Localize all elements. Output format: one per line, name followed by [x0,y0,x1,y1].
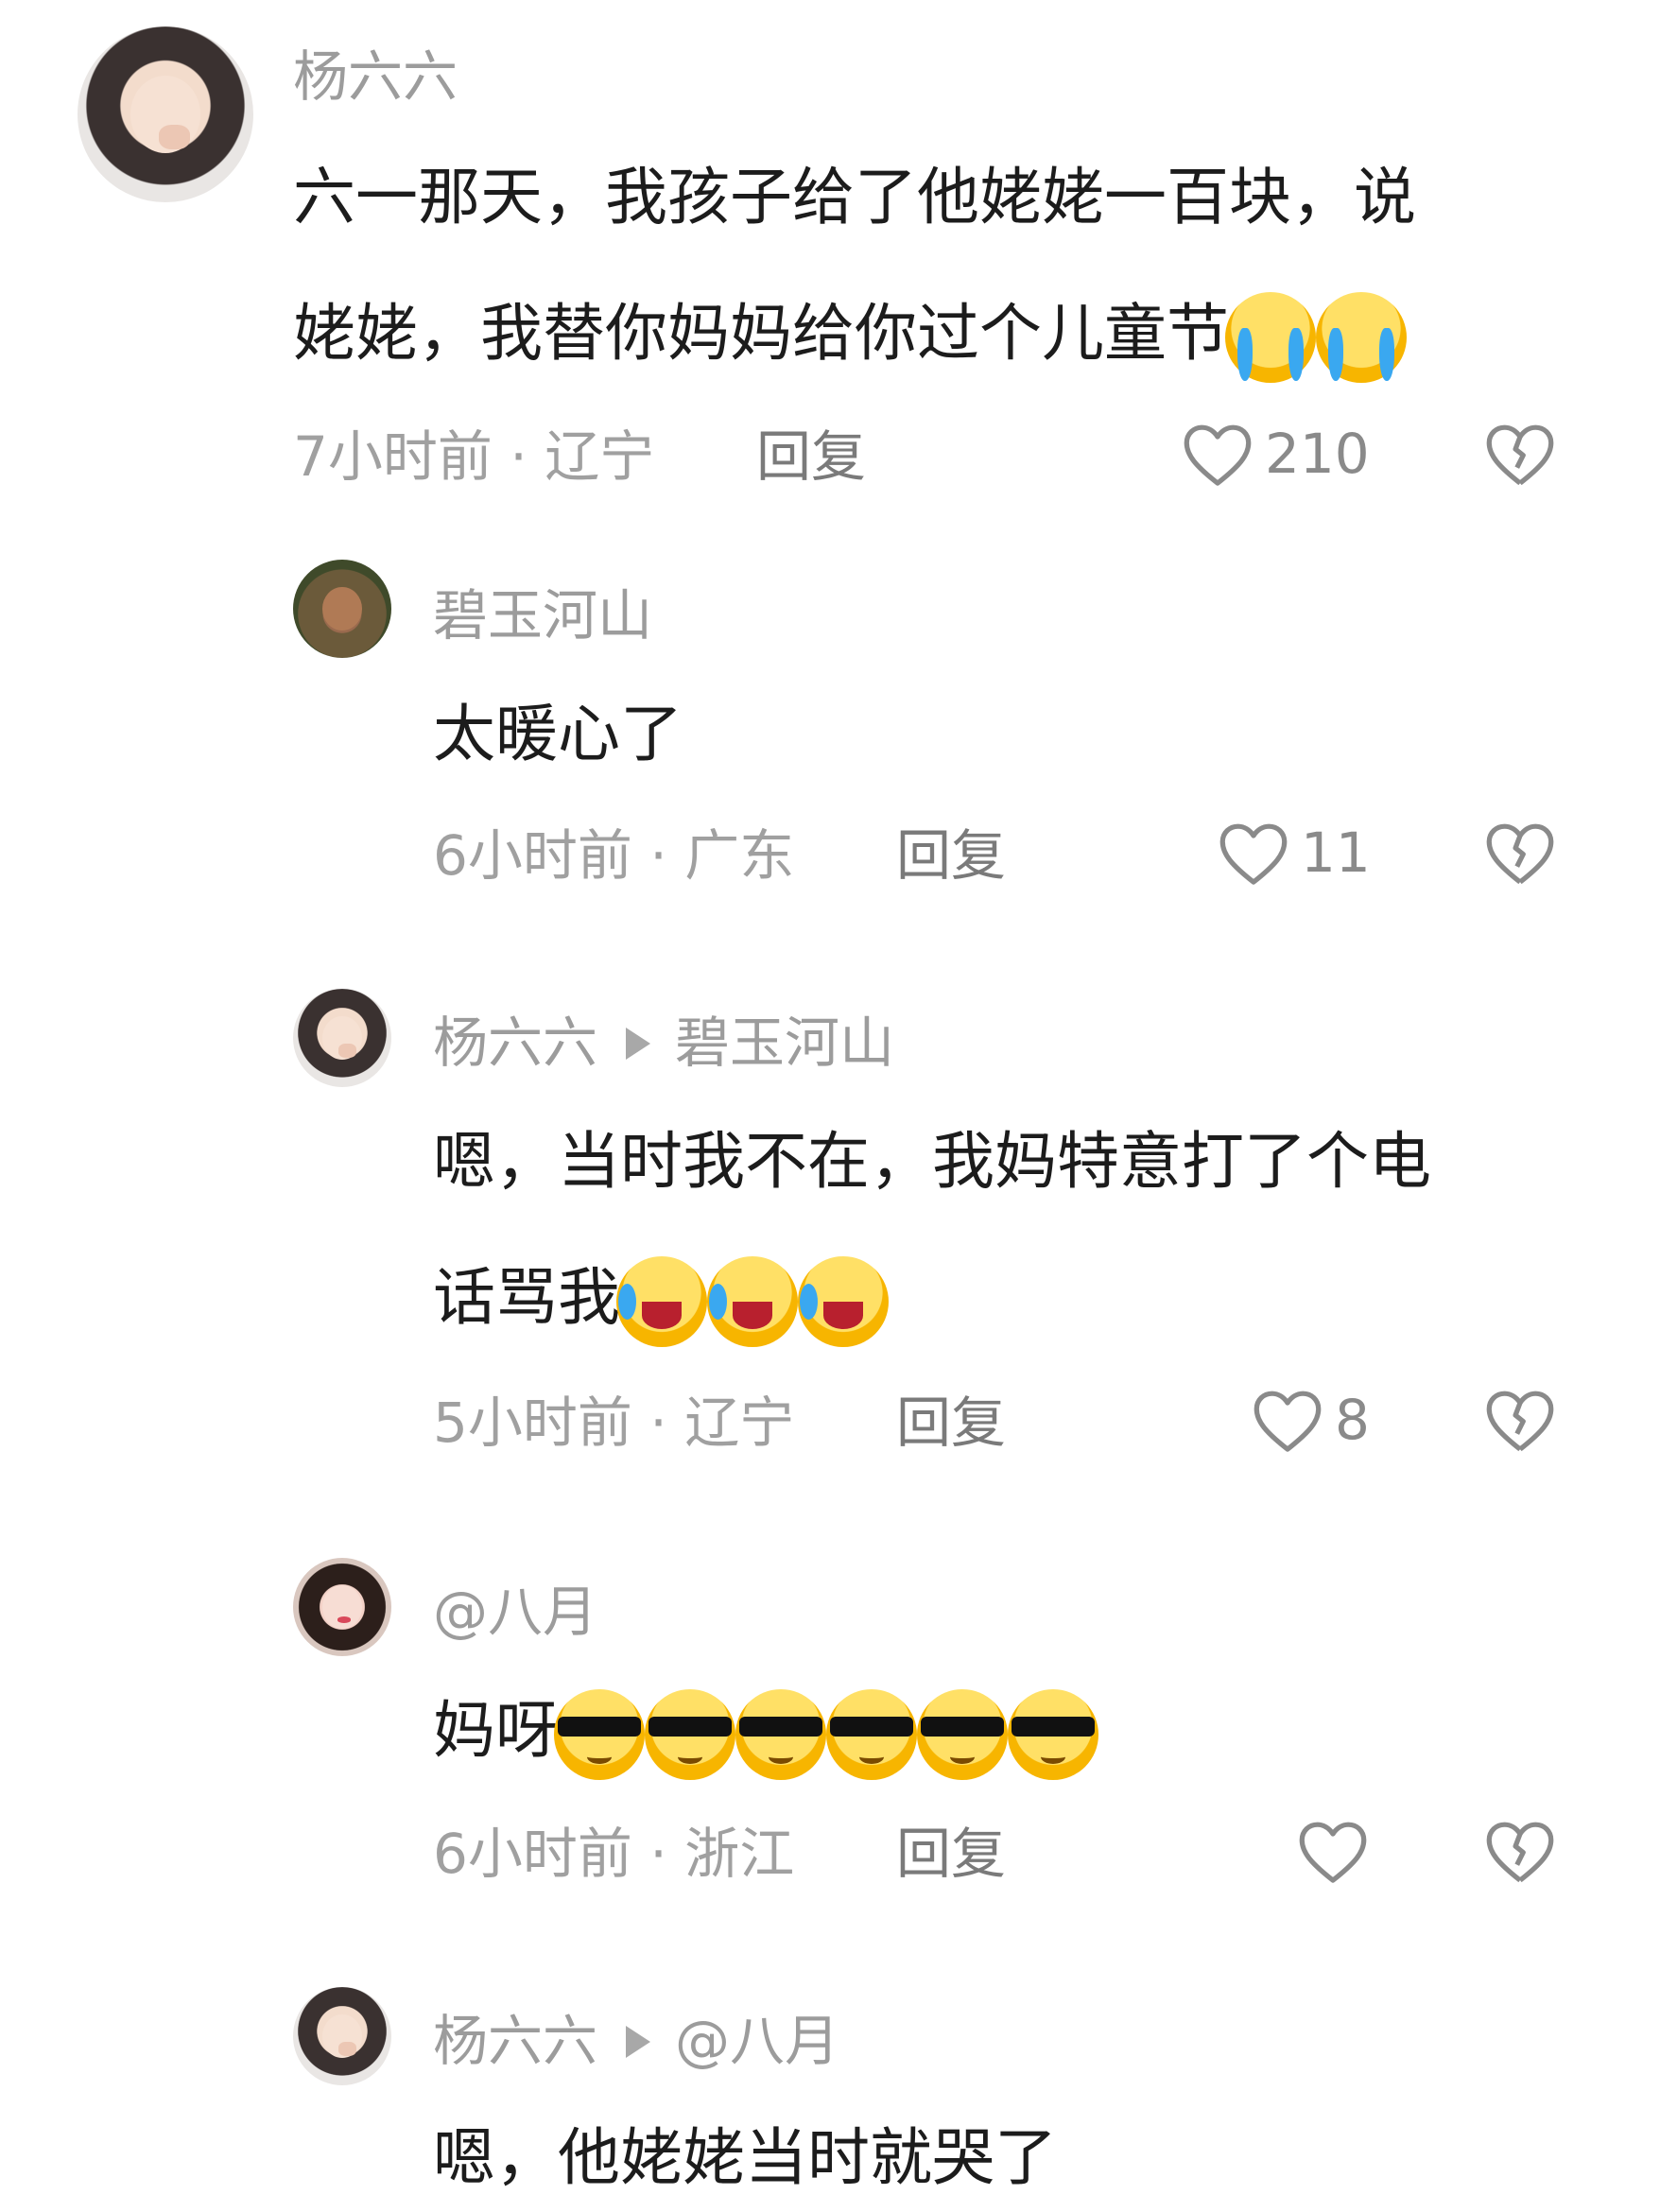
comment-text-line: 太暖心了 [433,698,683,770]
cool-crying-face-icon [917,1688,1008,1780]
reply-to-user[interactable]: @八月 [675,2009,839,2073]
comment-time-location: 5小时前 · 辽宁 [433,1391,795,1455]
broken-heart-icon [1486,823,1554,885]
cool-crying-face-icon [826,1688,917,1780]
dislike-button[interactable] [1482,819,1558,887]
comment-text: 嗯，当时我不在，我妈特意打了个电 [433,1114,1431,1210]
like-button[interactable]: 210 [1180,420,1370,488]
dislike-button[interactable] [1482,1817,1558,1885]
heart-icon [1184,424,1252,486]
comment-text: 姥姥，我替你妈妈给你过个儿童节 [293,285,1410,383]
reply-button[interactable]: 回复 [756,423,866,490]
avatar[interactable] [293,989,391,1087]
cool-crying-face-icon [735,1688,826,1780]
like-count: 11 [1301,821,1371,885]
comment-text-line: 嗯，他姥姥当时就哭了 [433,2121,1057,2194]
broken-heart-icon [1486,1822,1554,1883]
rolling-laughing-face-icon [798,1255,889,1347]
rolling-laughing-face-icon [616,1255,707,1347]
comment-text-line: 姥姥，我替你妈妈给你过个儿童节 [293,297,1229,370]
loudly-crying-face-icon [1316,291,1407,383]
heart-icon [1299,1822,1367,1883]
comment-text-line: 妈呀 [433,1694,558,1767]
comment-username[interactable]: 碧玉河山 [433,582,652,648]
cool-crying-face-icon [1008,1688,1098,1780]
reply-button[interactable]: 回复 [896,1390,1006,1456]
broken-heart-icon [1486,1391,1554,1452]
reply-author[interactable]: 杨六六 [433,1011,597,1075]
comment-username: 杨六六 碧玉河山 [433,1010,894,1076]
dislike-button[interactable] [1482,1386,1558,1454]
loudly-crying-face-icon [1225,291,1316,383]
comment-text-line: 六一那天，我孩子给了他姥姥一百块，说 [293,161,1416,233]
reply-arrow-icon [626,2025,651,2058]
avatar[interactable] [293,560,391,658]
reply-button[interactable]: 回复 [896,1821,1006,1887]
cool-crying-face-icon [645,1688,735,1780]
reply-arrow-icon [626,1027,651,1060]
heart-icon [1219,823,1288,885]
comment-text: 六一那天，我孩子给了他姥姥一百块，说 [293,149,1416,246]
comment-username[interactable]: @八月 [433,1579,597,1645]
broken-heart-icon [1486,424,1554,486]
comment-username: 杨六六 @八月 [433,2008,839,2074]
reply-to-user[interactable]: 碧玉河山 [675,1011,894,1075]
like-button[interactable]: 11 [1216,819,1371,887]
comment-text: 妈呀 [433,1683,1102,1780]
cool-crying-face-icon [554,1688,645,1780]
comment-time-location: 7小时前 · 辽宁 [293,424,655,489]
like-count: 210 [1265,422,1370,486]
avatar[interactable] [293,1558,391,1656]
comment-text-line: 嗯，当时我不在，我妈特意打了个电 [433,1125,1431,1198]
like-button[interactable]: 8 [1250,1386,1370,1454]
reply-author[interactable]: 杨六六 [433,2009,597,2073]
avatar[interactable] [78,26,253,202]
avatar[interactable] [293,1987,391,2085]
comment-text-line: 话骂我 [433,1261,620,1334]
comment-username[interactable]: 杨六六 [293,43,458,110]
rolling-laughing-face-icon [707,1255,798,1347]
comment-time-location: 6小时前 · 广东 [433,823,795,888]
comment-text: 太暖心了 [433,686,683,783]
heart-icon [1254,1391,1322,1452]
comment-text: 嗯，他姥姥当时就哭了 [433,2110,1057,2206]
reply-button[interactable]: 回复 [896,822,1006,889]
dislike-button[interactable] [1482,420,1558,488]
comment-time-location: 6小时前 · 浙江 [433,1822,795,1886]
like-button[interactable] [1295,1817,1380,1885]
like-count: 8 [1335,1388,1370,1452]
comment-text: 话骂我 [433,1250,892,1347]
